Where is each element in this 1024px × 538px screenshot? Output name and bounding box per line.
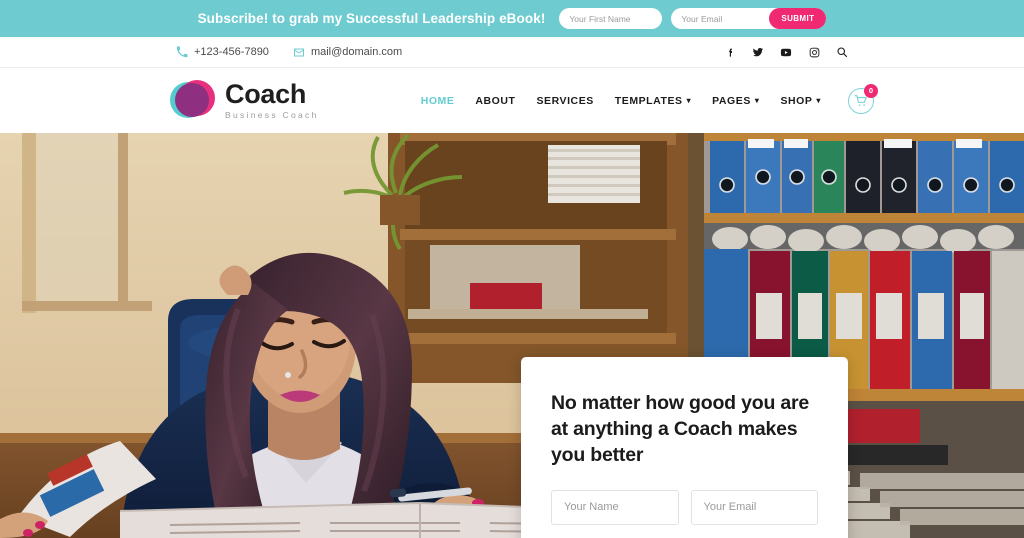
- youtube-icon[interactable]: [780, 46, 792, 58]
- nav-item-pages[interactable]: PAGES ▾: [712, 95, 759, 107]
- chevron-down-icon: ▾: [816, 96, 821, 105]
- logo-tagline: Business Coach: [225, 110, 319, 121]
- topbar-first-name-field[interactable]: [559, 8, 663, 29]
- email-address: mail@domain.com: [310, 46, 403, 58]
- hero-email-input[interactable]: [703, 501, 805, 514]
- top-subscribe-bar: Subscribe! to grab my Successful Leaders…: [0, 0, 1024, 37]
- social-links-group: [724, 46, 848, 58]
- hero-name-input[interactable]: [564, 501, 666, 514]
- nav-item-templates-label: TEMPLATES: [614, 94, 683, 107]
- phone-icon: [176, 46, 188, 58]
- cart-button[interactable]: 0: [848, 83, 878, 114]
- chevron-down-icon: ▾: [686, 96, 692, 105]
- email-contact[interactable]: mail@domain.com: [293, 46, 402, 58]
- topbar-submit-button[interactable]: SUBMIT: [769, 8, 827, 29]
- contact-info-group: +123-456-7890 mail@domain.com: [176, 46, 402, 58]
- logo-title: Coach: [225, 79, 307, 110]
- twitter-icon[interactable]: [752, 46, 764, 58]
- chevron-down-icon: ▾: [754, 96, 760, 105]
- hero-name-field[interactable]: [551, 489, 679, 525]
- nav-item-services[interactable]: SERVICES: [536, 95, 593, 107]
- site-header: Coach Business Coach HOME ABOUT SERVICES…: [0, 68, 1024, 133]
- nav-item-templates[interactable]: TEMPLATES ▾: [615, 95, 691, 107]
- hero-subscribe-card: No matter how good you are at anything a…: [521, 357, 848, 538]
- contact-bar: +123-456-7890 mail@domain.com: [0, 37, 1024, 68]
- nav-item-shop[interactable]: SHOP ▾: [780, 95, 821, 107]
- nav-item-about[interactable]: ABOUT: [475, 95, 515, 107]
- instagram-icon[interactable]: [808, 46, 820, 58]
- logo-text-group: Coach Business Coach: [225, 81, 319, 120]
- site-logo[interactable]: Coach Business Coach: [170, 78, 319, 123]
- nav-item-shop-label: SHOP: [780, 94, 813, 107]
- envelope-icon: [293, 46, 305, 58]
- main-navigation: HOME ABOUT SERVICES TEMPLATES ▾ PAGES ▾ …: [421, 83, 878, 114]
- hero-background-image: [0, 133, 1024, 538]
- phone-contact[interactable]: +123-456-7890: [176, 46, 269, 58]
- logo-mark-icon: [170, 78, 215, 123]
- hero-section: No matter how good you are at anything a…: [0, 133, 1024, 538]
- topbar-email-field[interactable]: SUBMIT: [671, 8, 827, 29]
- cart-count-badge: 0: [864, 83, 878, 98]
- nav-item-pages-label: PAGES: [712, 94, 751, 107]
- nav-item-services-label: SERVICES: [536, 94, 594, 107]
- facebook-icon[interactable]: [724, 46, 736, 58]
- nav-item-about-label: ABOUT: [475, 94, 516, 107]
- search-icon[interactable]: [836, 46, 848, 58]
- nav-item-home[interactable]: HOME: [421, 95, 455, 107]
- hero-email-field[interactable]: [690, 489, 818, 525]
- nav-item-home-label: HOME: [420, 94, 455, 107]
- phone-number: +123-456-7890: [194, 46, 269, 58]
- topbar-subscribe-form: SUBMIT: [559, 8, 827, 29]
- hero-heading: No matter how good you are at anything a…: [551, 392, 810, 466]
- hero-form-fields: [551, 489, 818, 525]
- topbar-first-name-input[interactable]: [569, 13, 653, 24]
- subscribe-message: Subscribe! to grab my Successful Leaders…: [197, 11, 546, 26]
